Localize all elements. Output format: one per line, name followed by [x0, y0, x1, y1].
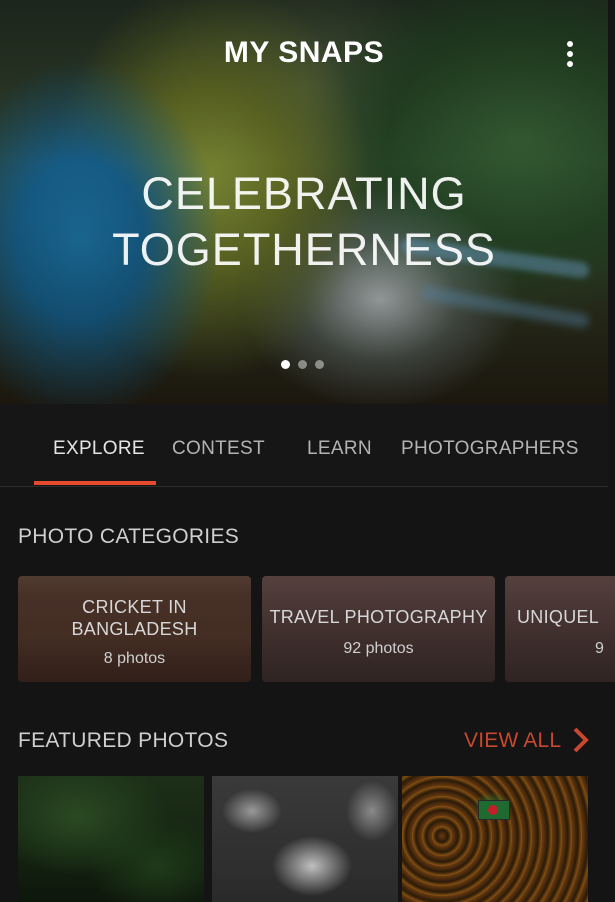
view-all-link[interactable]: VIEW ALL — [464, 729, 561, 753]
app-title: MY SNAPS — [223, 36, 385, 69]
category-name: CRICKET IN — [82, 597, 187, 617]
category-count: 9 — [595, 640, 604, 657]
tab-explore[interactable]: EXPLORE — [53, 438, 145, 460]
carousel-dots[interactable] — [281, 360, 324, 369]
featured-photo-crowd[interactable] — [402, 776, 588, 902]
category-count: 8 photos — [103, 650, 166, 667]
more-vert-icon[interactable] — [558, 38, 582, 70]
featured-photo-mosque[interactable] — [212, 776, 398, 902]
category-card-travel[interactable]: TRAVEL PHOTOGRAPHY 92 photos — [262, 576, 495, 682]
category-count: 92 photos — [343, 640, 414, 657]
active-tab-indicator — [34, 481, 156, 485]
chevron-right-icon[interactable] — [570, 726, 592, 754]
hero-headline-line2: TOGETHERNESS — [112, 224, 496, 275]
tab-contest[interactable]: CONTEST — [172, 438, 265, 460]
featured-photo-forest[interactable] — [18, 776, 204, 902]
category-card-unique[interactable]: UNIQUEL 9 — [505, 576, 615, 682]
category-name: UNIQUEL — [517, 607, 600, 627]
carousel-dot-3[interactable] — [315, 360, 324, 369]
tab-learn[interactable]: LEARN — [307, 438, 372, 460]
photo-categories-title: PHOTO CATEGORIES — [18, 525, 240, 548]
tab-photographers[interactable]: PHOTOGRAPHERS — [401, 438, 579, 460]
category-card-cricket[interactable]: CRICKET IN BANGLADESH 8 photos — [18, 576, 251, 682]
tab-bar: EXPLORE CONTEST LEARN PHOTOGRAPHERS — [0, 404, 608, 487]
hero-headline-line1: CELEBRATING — [141, 168, 467, 219]
hero-headline: CELEBRATING TOGETHERNESS — [0, 166, 608, 278]
carousel-dot-1[interactable] — [281, 360, 290, 369]
carousel-dot-2[interactable] — [298, 360, 307, 369]
category-name: TRAVEL PHOTOGRAPHY — [269, 607, 488, 627]
flag-detail — [478, 800, 510, 820]
featured-photos-title: FEATURED PHOTOS — [18, 729, 229, 752]
category-name: BANGLADESH — [71, 619, 198, 639]
hero-image-detail — [420, 285, 590, 329]
